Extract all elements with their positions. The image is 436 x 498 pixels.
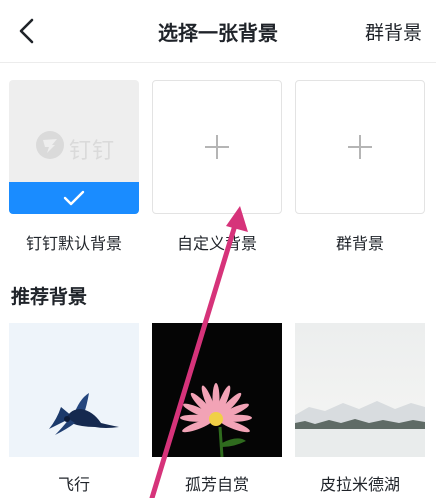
lake-picture [295, 323, 425, 457]
recommended-label: 孤芳自赏 [184, 475, 249, 494]
recommended-label: 飞行 [57, 475, 90, 494]
group-background-link[interactable]: 群背景 [365, 18, 422, 45]
group-background-label: 群背景 [335, 234, 384, 253]
custom-background-label: 自定义背景 [176, 234, 257, 253]
flower-picture [152, 323, 282, 457]
default-background-option[interactable]: 钉钉 [9, 80, 139, 214]
watermark-text: 钉钉 [69, 139, 116, 164]
nav-divider [0, 62, 436, 63]
checkmark-icon [63, 190, 85, 206]
nav-bar: 选择一张背景 群背景 [0, 0, 436, 62]
recommended-flower-image[interactable] [152, 323, 282, 457]
dingtalk-logo-icon [36, 131, 64, 159]
default-background-label: 钉钉默认背景 [25, 234, 122, 253]
bird-picture [9, 323, 139, 457]
custom-background-option[interactable] [152, 80, 282, 214]
group-background-option[interactable] [295, 80, 425, 214]
plus-icon [205, 135, 229, 159]
plus-icon [348, 135, 372, 159]
recommended-lake-image[interactable] [295, 323, 425, 457]
dingtalk-logo-watermark: 钉钉 [35, 130, 115, 164]
recommended-label: 皮拉米德湖 [319, 475, 400, 494]
recommended-bird-image[interactable] [9, 323, 139, 457]
selected-indicator [9, 182, 139, 214]
recommended-section-title: 推荐背景 [11, 286, 88, 308]
